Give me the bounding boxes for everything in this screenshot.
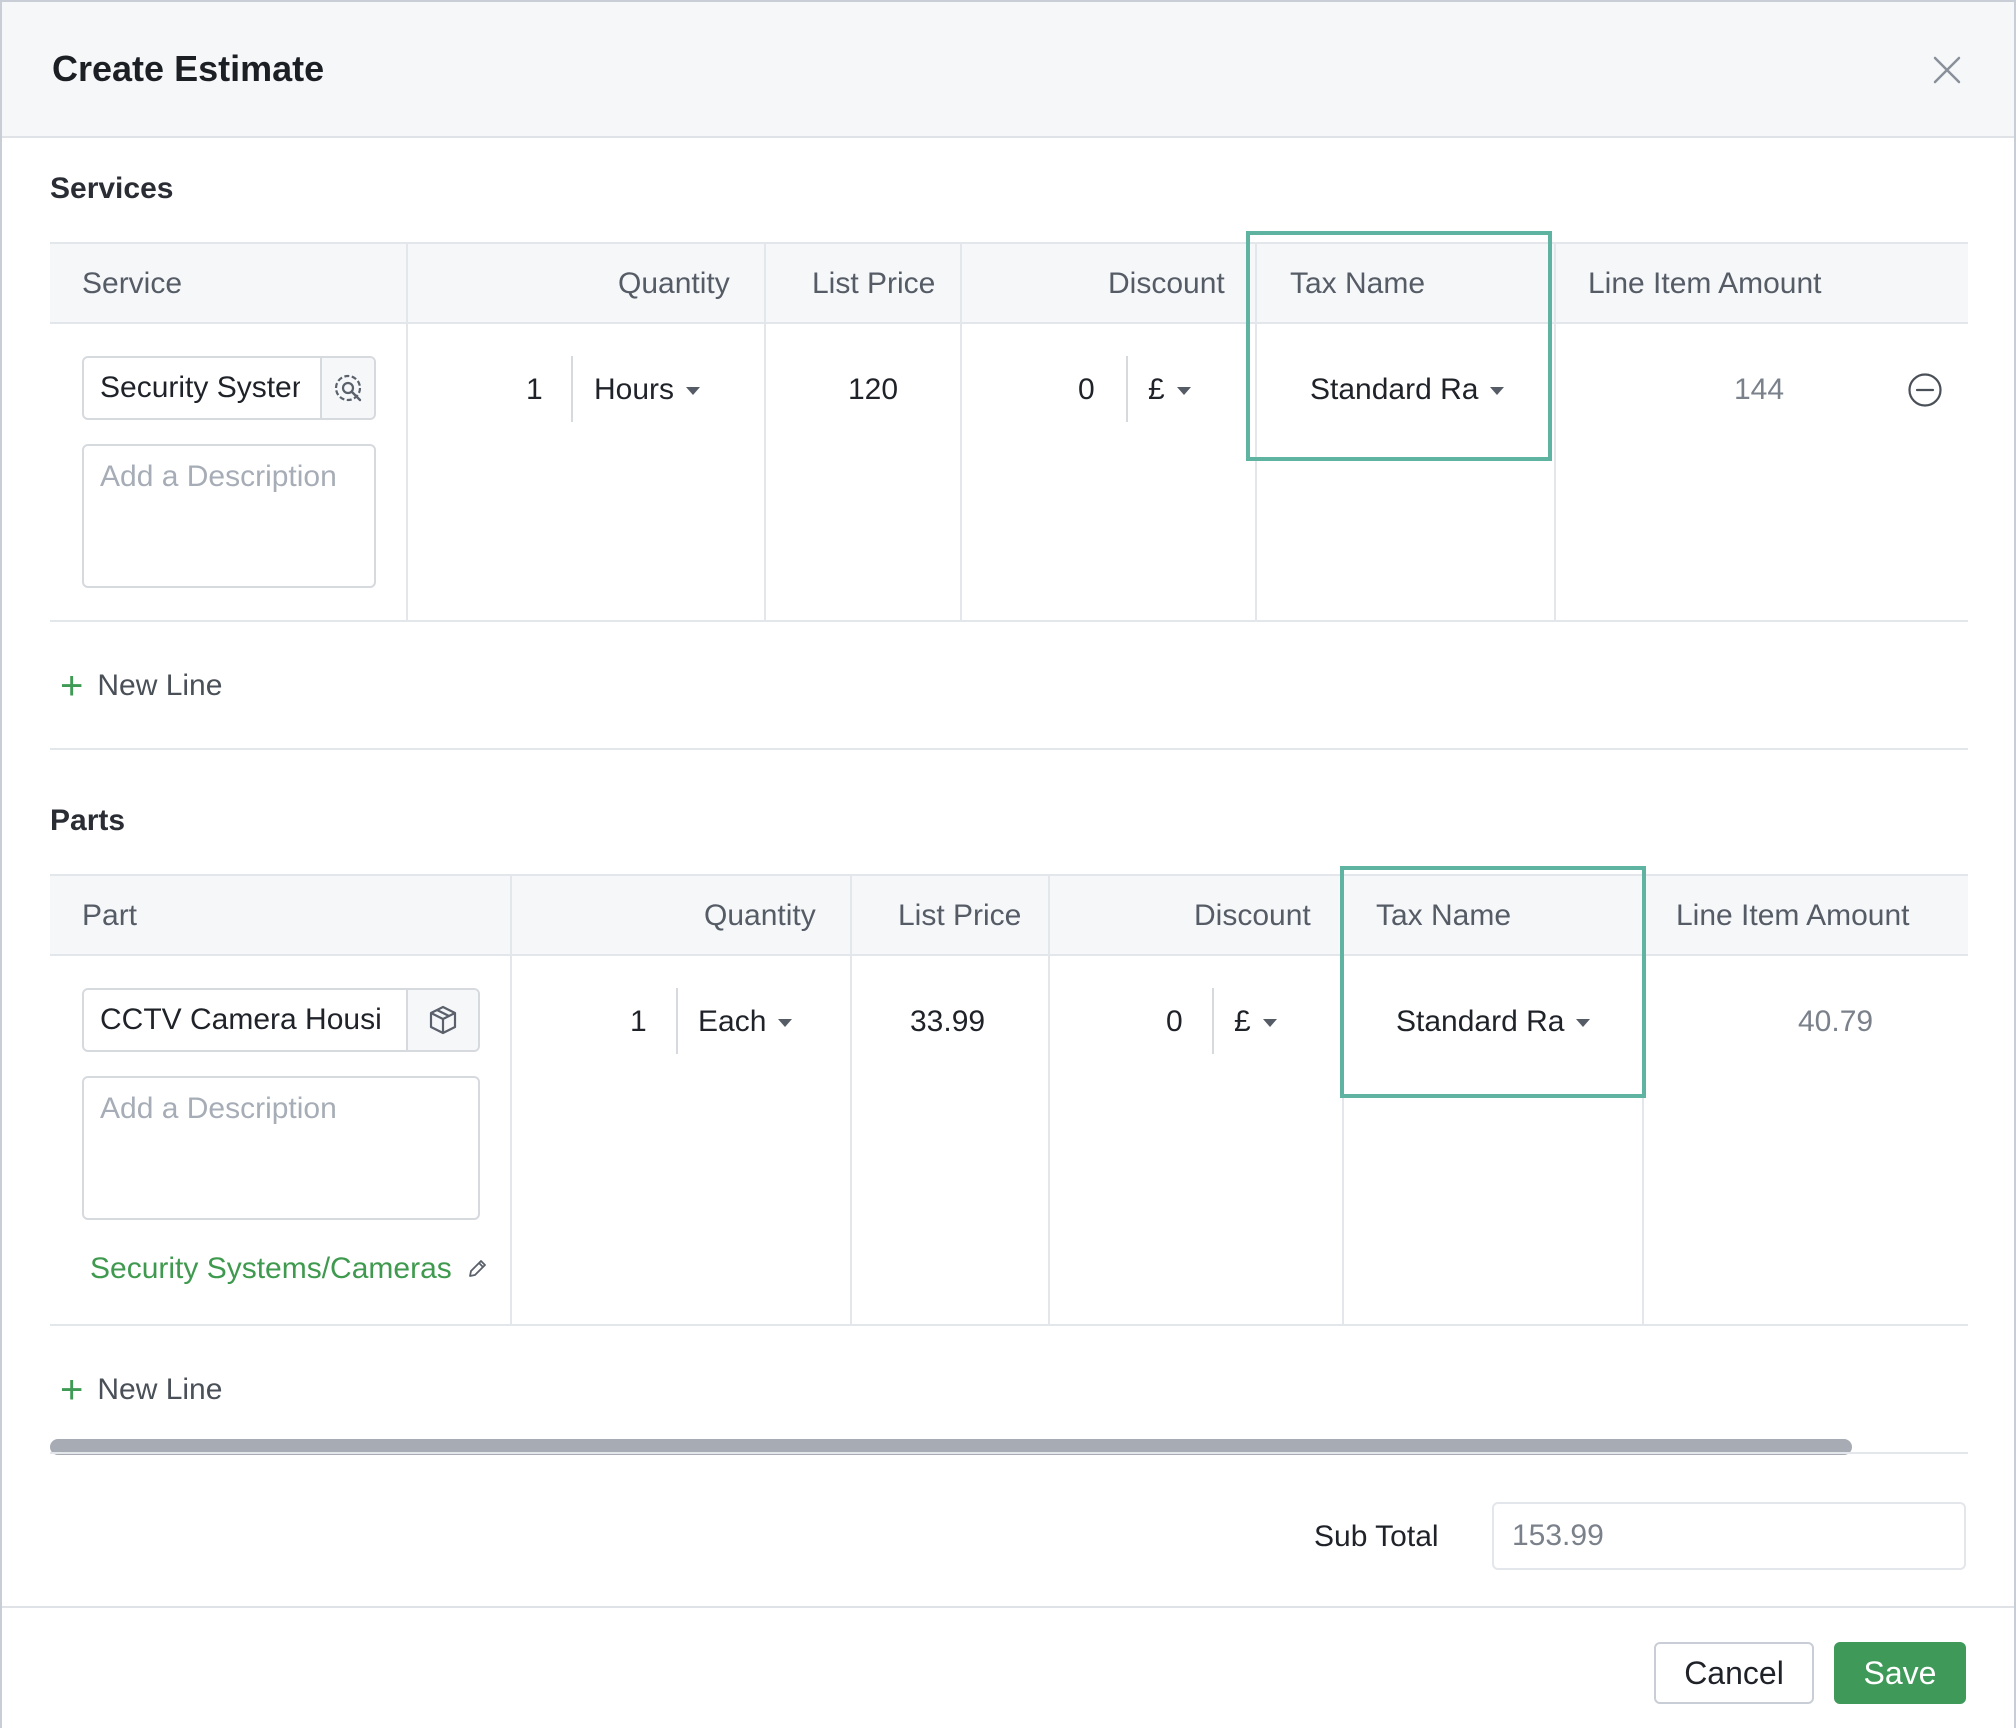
wrench-gear-icon[interactable] (320, 358, 374, 418)
caret-down-icon (686, 387, 701, 396)
row-divider (50, 620, 1968, 622)
dialog-title: Create Estimate (52, 48, 325, 89)
column-header-service: Service (82, 267, 183, 300)
sub-total-field: 153.99 (1492, 1502, 1966, 1570)
part-list-price-input[interactable]: 33.99 (910, 1002, 985, 1042)
cube-icon[interactable] (406, 990, 478, 1050)
column-divider (764, 242, 766, 622)
quantity-unit-separator (676, 988, 678, 1054)
caret-down-icon (1176, 387, 1191, 396)
dialog-header: Create Estimate (2, 2, 2014, 138)
service-unit-select[interactable]: Hours (594, 370, 701, 410)
column-divider (510, 874, 512, 1326)
part-category-link[interactable]: Security Systems/Cameras (90, 1252, 488, 1286)
services-table-header: Service Quantity List Price Discount Tax… (50, 242, 1968, 324)
row-divider (50, 1324, 1968, 1326)
parts-section-title: Parts (50, 804, 126, 837)
column-header-list-price: List Price (812, 267, 936, 300)
column-header-discount: Discount (1194, 899, 1311, 932)
column-divider (850, 874, 852, 1326)
column-header-line-item-amount: Line Item Amount (1588, 267, 1822, 300)
save-button[interactable]: Save (1834, 1642, 1966, 1704)
service-discount-type-select[interactable]: £ (1148, 370, 1191, 410)
pencil-icon[interactable] (466, 1258, 488, 1280)
tax-name-highlight (1340, 866, 1646, 1098)
caret-down-icon (778, 1019, 793, 1028)
part-quantity-input[interactable]: 1 (630, 1002, 647, 1042)
discount-type-separator (1212, 988, 1214, 1054)
part-description-input[interactable]: Add a Description (82, 1076, 480, 1220)
parts-new-line-button[interactable]: + New Line (60, 1370, 222, 1410)
cancel-button[interactable]: Cancel (1654, 1642, 1814, 1704)
column-divider (1554, 242, 1556, 622)
column-header-part: Part (82, 899, 138, 932)
service-description-input[interactable]: Add a Description (82, 444, 376, 588)
parts-table-header: Part Quantity List Price Discount Tax Na… (50, 874, 1968, 956)
caret-down-icon (1262, 1019, 1277, 1028)
create-estimate-dialog: Create Estimate Services Service Quantit… (0, 0, 2016, 1728)
column-divider (1048, 874, 1050, 1326)
part-discount-input[interactable]: 0 (1166, 1002, 1183, 1042)
sub-total-label: Sub Total (1314, 1520, 1439, 1553)
services-new-line-button[interactable]: + New Line (60, 666, 222, 706)
tax-name-highlight (1246, 231, 1552, 461)
service-discount-input[interactable]: 0 (1078, 370, 1095, 410)
service-quantity-input[interactable]: 1 (526, 370, 543, 410)
discount-type-separator (1126, 356, 1128, 422)
part-line-item-amount: 40.79 (1798, 1005, 1874, 1038)
column-header-quantity: Quantity (618, 267, 730, 300)
column-header-list-price: List Price (898, 899, 1022, 932)
services-section-title: Services (50, 172, 174, 205)
close-icon[interactable] (1927, 50, 1967, 90)
column-divider (960, 242, 962, 622)
part-name-input[interactable]: CCTV Camera Housing (82, 988, 480, 1052)
part-discount-type-select[interactable]: £ (1234, 1002, 1277, 1042)
service-name-input[interactable]: Security System (82, 356, 376, 420)
quantity-unit-separator (571, 356, 573, 422)
section-divider (50, 1452, 1968, 1454)
plus-icon: + (60, 1368, 84, 1412)
column-divider (406, 242, 408, 622)
section-divider (50, 748, 1968, 750)
column-header-discount: Discount (1108, 267, 1225, 300)
column-header-line-item-amount: Line Item Amount (1676, 899, 1910, 932)
column-header-quantity: Quantity (704, 899, 816, 932)
part-unit-select[interactable]: Each (698, 1002, 793, 1042)
plus-icon: + (60, 664, 84, 708)
service-line-item-amount: 144 (1734, 373, 1785, 406)
service-list-price-input[interactable]: 120 (848, 370, 898, 410)
remove-circle-icon[interactable] (1907, 372, 1943, 408)
